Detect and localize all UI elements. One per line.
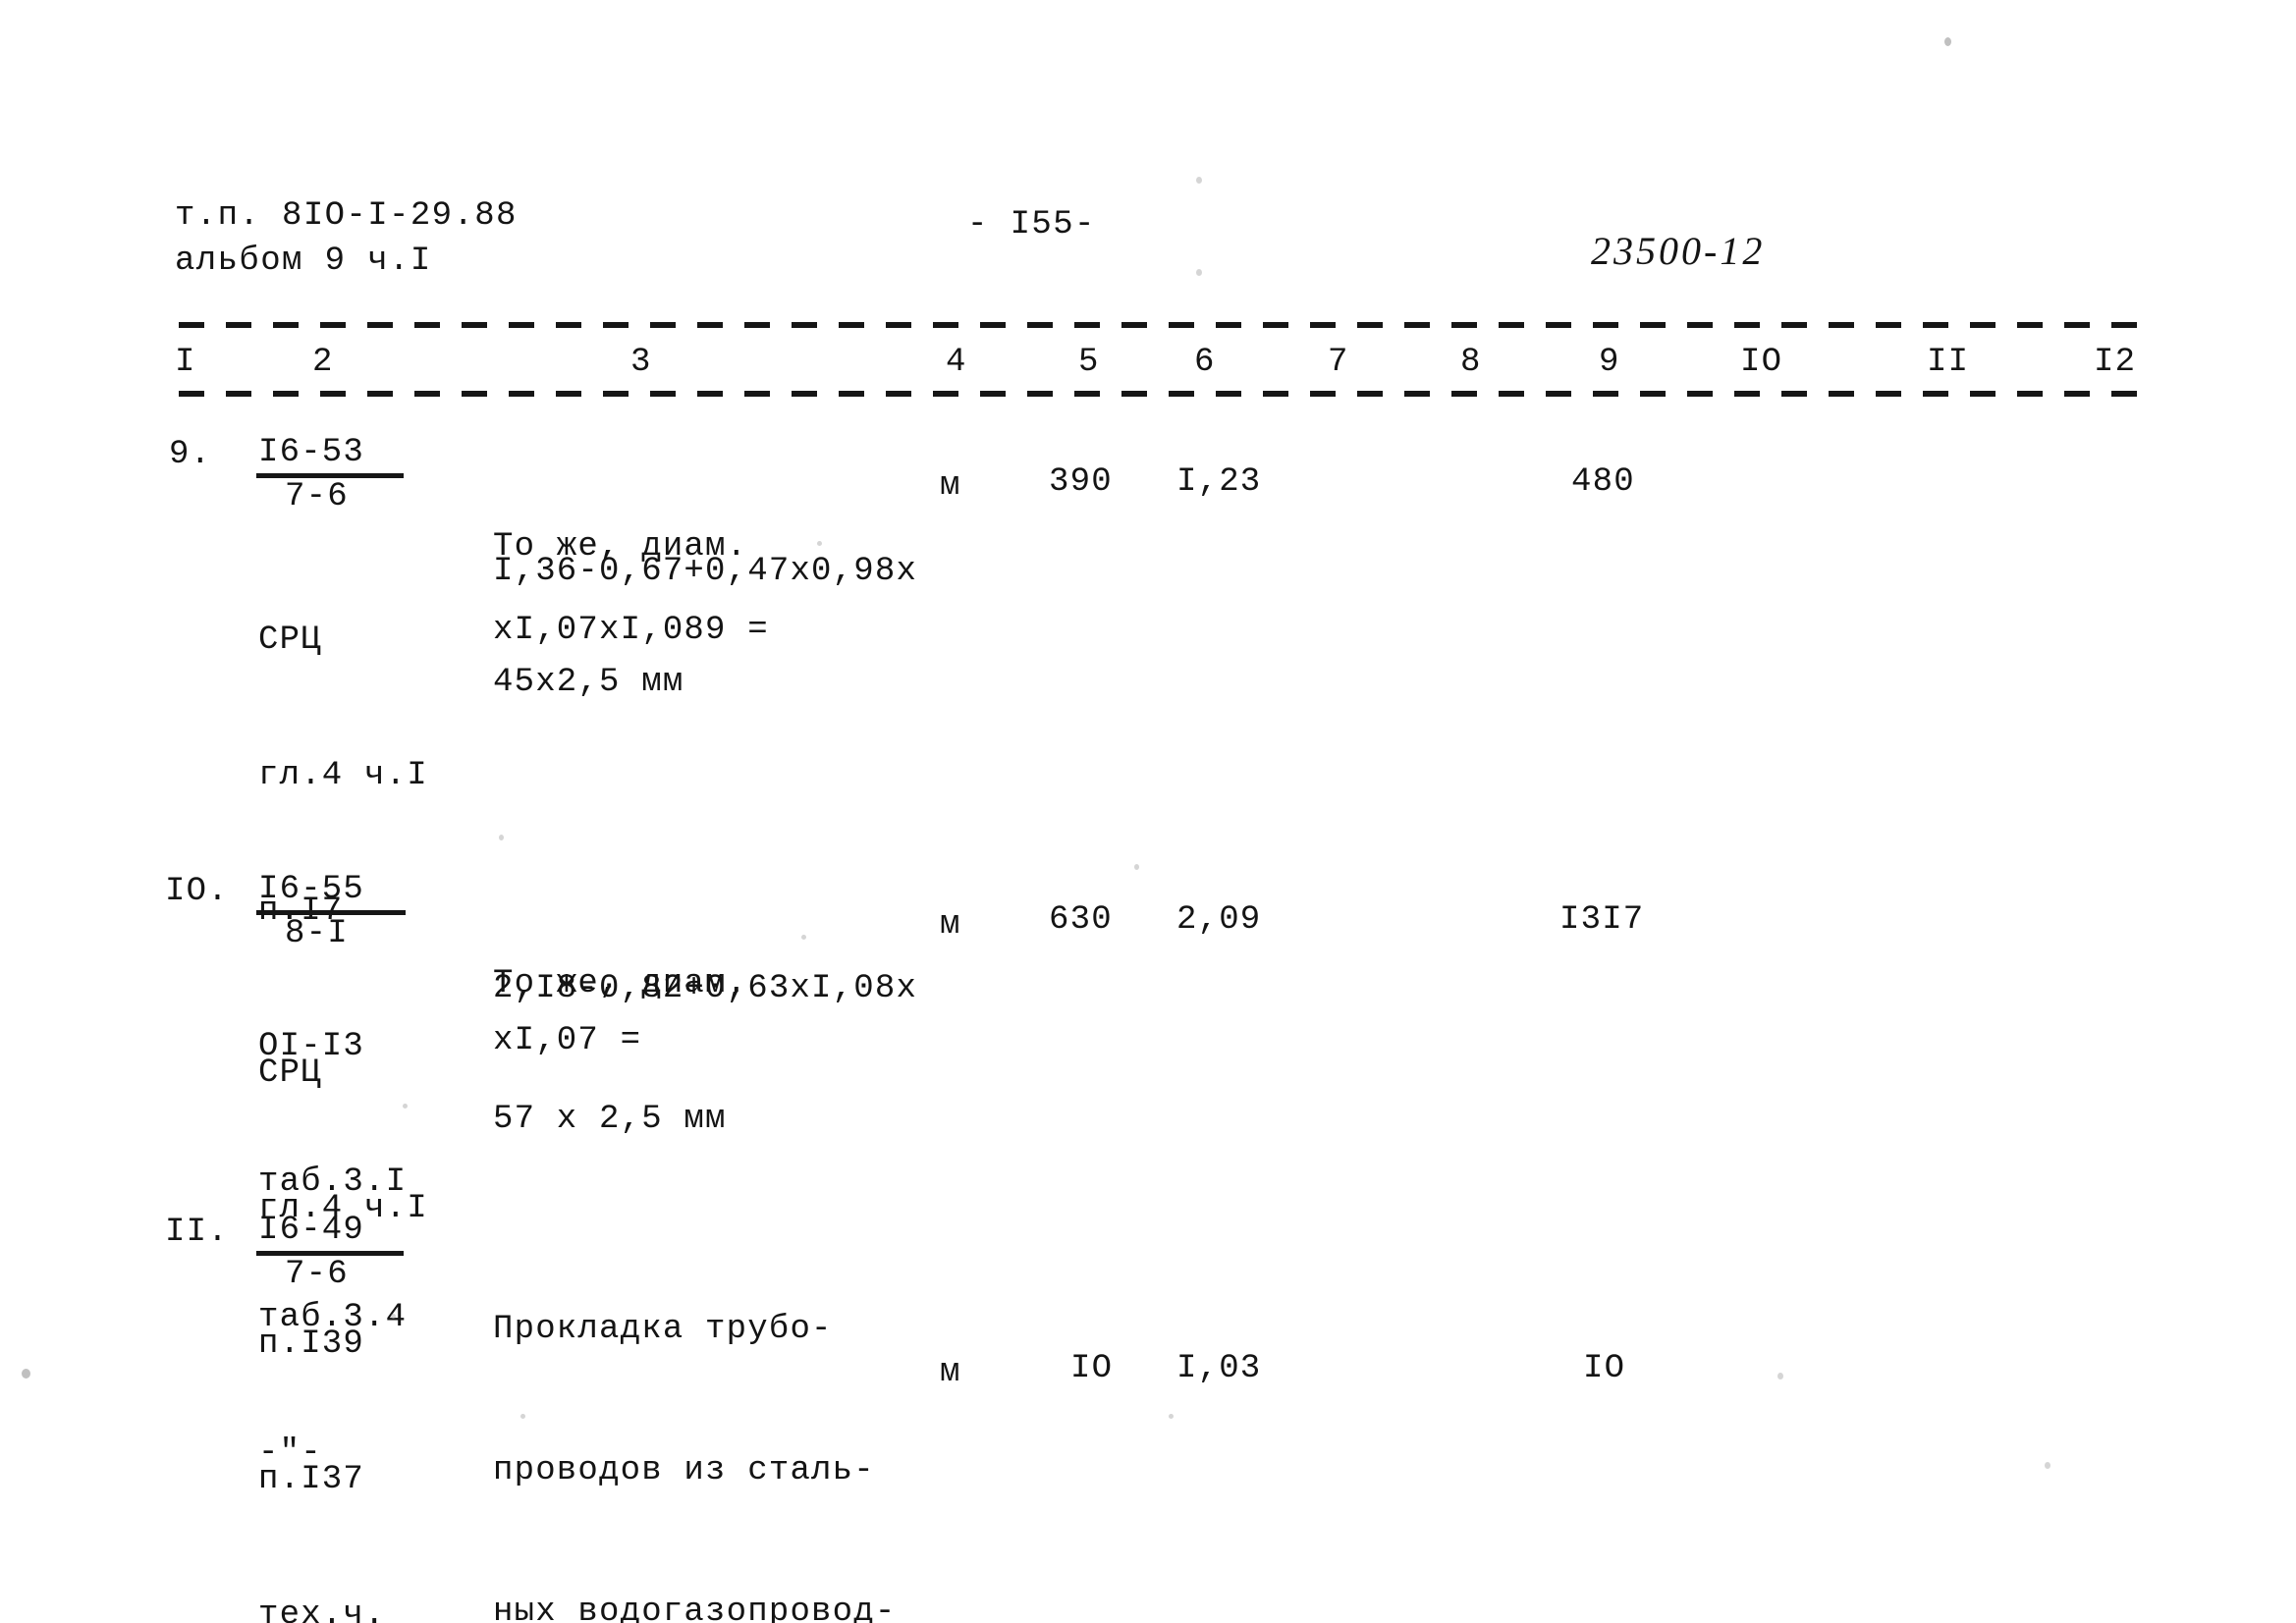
row-10-price: 2,09 <box>1176 901 1262 939</box>
row-9-item-number: 9. <box>169 436 212 473</box>
row-10-ref-line-3: п.I39 <box>258 1325 365 1363</box>
scan-speck <box>1944 37 1951 46</box>
row-10-unit: м <box>940 906 961 944</box>
row-11-description: Прокладка трубо- проводов из сталь- ных … <box>493 1212 896 1623</box>
scan-speck <box>801 935 806 940</box>
scan-speck <box>1169 1414 1174 1419</box>
scan-speck <box>817 541 822 546</box>
row-11-item-number: II. <box>165 1214 229 1251</box>
drawing-number-stamp: 23500-12 <box>1591 229 1766 273</box>
scan-speck <box>1196 177 1202 184</box>
row-11-desc-line-3: ных водогазопровод- <box>493 1594 897 1623</box>
row-11-code-sub: 7-6 <box>285 1256 349 1293</box>
column-header-rule-top <box>179 322 2143 328</box>
column-number-11: II <box>1927 344 1970 381</box>
row-9-code-main: I6-53 <box>258 434 365 471</box>
row-9-ref-line-2: гл.4 ч.I <box>258 757 428 794</box>
document-series-label: т.п. 8IO-I-29.88 <box>175 197 518 235</box>
row-9-price: I,23 <box>1176 463 1262 501</box>
scan-speck <box>403 1104 408 1109</box>
scan-speck <box>391 1314 396 1319</box>
row-10-code-sub: 8-I <box>285 915 349 952</box>
row-11-unit: м <box>940 1354 961 1391</box>
page-number: - I55- <box>967 206 1096 243</box>
column-number-10: IO <box>1740 344 1783 381</box>
scan-speck <box>2045 1462 2050 1469</box>
column-number-12: I2 <box>2094 344 2137 381</box>
row-10-ref-line-1: СРЦ <box>258 1055 322 1092</box>
row-10-code-main: I6-55 <box>258 871 365 908</box>
row-9-formula-line-1: I,36-0,67+0,47х0,98х <box>493 553 918 590</box>
row-11-total: IO <box>1583 1350 1626 1387</box>
scanned-page: т.п. 8IO-I-29.88 альбом 9 ч.I - I55- 235… <box>0 0 2296 1623</box>
row-10-ref-line-4: п.I37 <box>258 1461 365 1498</box>
scan-speck <box>1196 269 1202 276</box>
row-10-item-number: IO. <box>165 873 229 910</box>
row-9-formula-line-2: хI,07хI,089 = <box>493 612 769 649</box>
row-9-quantity: 390 <box>1049 463 1113 501</box>
row-10-ref-line-5: тех.ч. <box>258 1596 386 1623</box>
column-number-1: I <box>175 344 196 381</box>
scan-speck <box>1777 1373 1783 1380</box>
row-11-quantity: IO <box>1070 1350 1114 1387</box>
row-9-total: 480 <box>1571 463 1635 501</box>
column-number-3: 3 <box>630 344 652 381</box>
scan-speck <box>520 1414 525 1419</box>
column-number-8: 8 <box>1460 344 1482 381</box>
row-9-unit: м <box>940 467 961 505</box>
column-number-7: 7 <box>1328 344 1349 381</box>
row-11-desc-line-2: проводов из сталь- <box>493 1452 875 1489</box>
row-11-desc-line-1: Прокладка трубо- <box>493 1311 833 1348</box>
column-number-5: 5 <box>1078 344 1100 381</box>
scan-speck <box>499 835 504 840</box>
row-10-formula-line-2: хI,07 = <box>493 1022 642 1059</box>
row-10-total: I3I7 <box>1559 901 1645 939</box>
row-9-desc-line-2: 45х2,5 мм <box>493 664 684 701</box>
row-10-desc-line-2: 57 х 2,5 мм <box>493 1101 727 1138</box>
column-number-9: 9 <box>1599 344 1620 381</box>
column-number-4: 4 <box>946 344 967 381</box>
column-header-rule-bottom <box>179 391 2143 397</box>
row-11-price: I,03 <box>1176 1350 1262 1387</box>
row-9-code-sub: 7-6 <box>285 478 349 515</box>
row-9-ref-line-1: СРЦ <box>258 622 322 659</box>
column-number-6: 6 <box>1194 344 1216 381</box>
row-10-quantity: 630 <box>1049 901 1113 939</box>
scan-speck <box>22 1369 30 1379</box>
scan-speck <box>1134 864 1139 870</box>
row-11-code-main: I6-49 <box>258 1212 365 1249</box>
column-number-2: 2 <box>312 344 334 381</box>
row-10-formula-line-1: 2,I8-0,82+0,63хI,08х <box>493 970 918 1007</box>
document-album-label: альбом 9 ч.I <box>175 243 432 280</box>
